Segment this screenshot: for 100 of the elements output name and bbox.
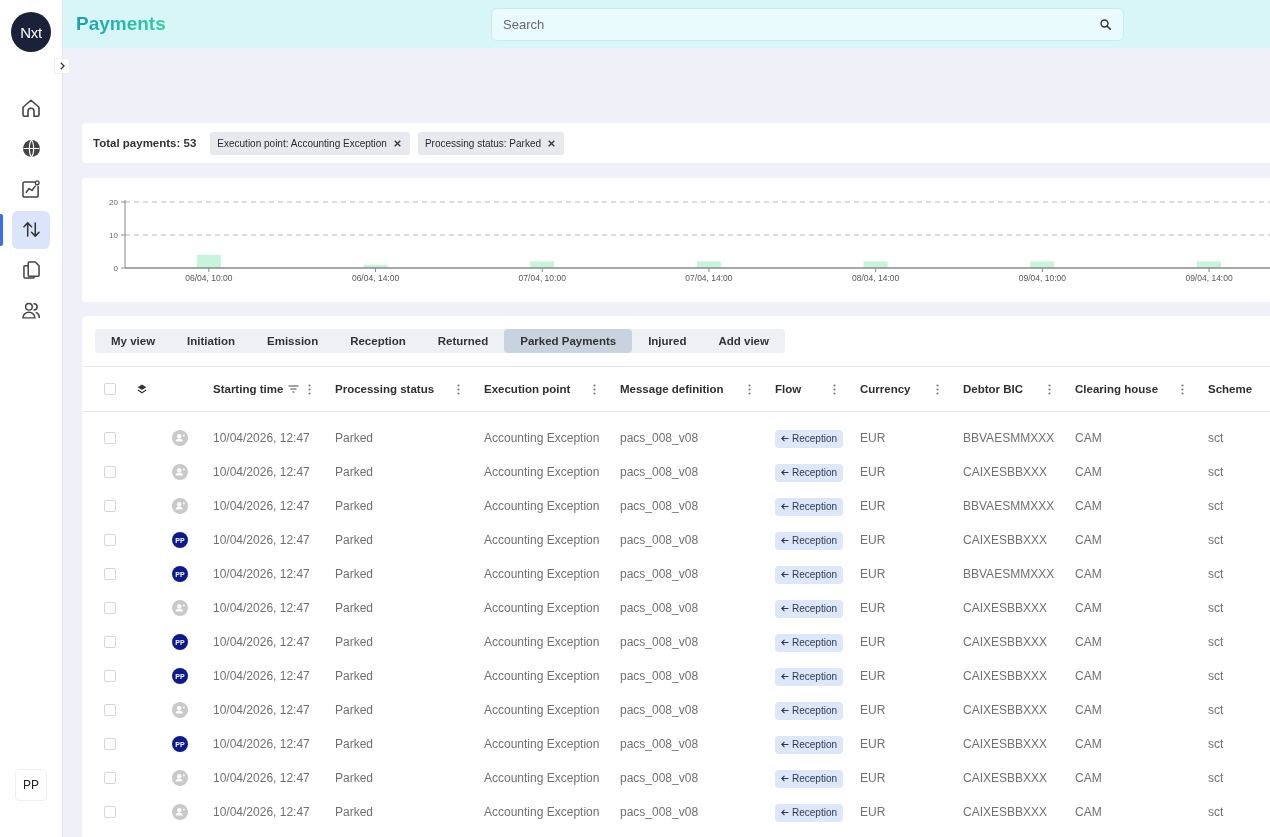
row-checkbox[interactable] xyxy=(104,568,116,580)
row-checkbox[interactable] xyxy=(104,772,116,784)
kebab-menu-icon[interactable] xyxy=(1181,383,1184,395)
table-cell-text: Parked xyxy=(334,804,375,821)
axis-tick-label: 06/04, 10:00 xyxy=(185,273,233,283)
table-cell-text: pacs_008_v08 xyxy=(619,804,700,821)
logo: Nxt xyxy=(11,12,51,52)
table-cell-text: pacs_008_v08 xyxy=(619,566,700,583)
table-cell-text: Parked xyxy=(334,736,375,753)
table-cell-text: BBVAESMMXXX xyxy=(962,430,1056,447)
column-header[interactable]: Starting time xyxy=(213,383,284,395)
table-cell-text: pacs_008_v08 xyxy=(619,430,700,447)
view-tab[interactable]: Emission xyxy=(251,329,335,353)
kebab-menu-icon[interactable] xyxy=(593,383,596,395)
row-checkbox[interactable] xyxy=(104,534,116,546)
column-header[interactable]: Flow xyxy=(775,383,802,395)
view-tab[interactable]: Add view xyxy=(702,329,785,353)
flow-label: Reception xyxy=(792,601,838,616)
column-header[interactable]: Execution point xyxy=(484,383,571,395)
column-header[interactable]: Debtor BIC xyxy=(963,383,1024,395)
table-cell-text: 10/04/2026, 12:47 xyxy=(212,464,311,481)
kebab-menu-icon[interactable] xyxy=(457,383,460,395)
table-cell-text: CAM xyxy=(1074,464,1103,481)
view-tab[interactable]: Reception xyxy=(334,329,422,353)
chart-bar xyxy=(696,261,721,268)
row-checkbox[interactable] xyxy=(104,500,116,512)
column-header[interactable]: Message definition xyxy=(620,383,724,395)
kebab-menu-icon[interactable] xyxy=(1048,383,1051,395)
close-icon[interactable] xyxy=(393,139,401,147)
kebab-menu-icon[interactable] xyxy=(936,383,939,395)
table-cell-text: pacs_008_v08 xyxy=(619,464,700,481)
row-checkbox[interactable] xyxy=(104,466,116,478)
row-checkbox[interactable] xyxy=(104,806,116,818)
sidebar-toggle-button[interactable] xyxy=(54,58,70,74)
arrow-left-icon xyxy=(781,537,789,545)
view-tab[interactable]: My view xyxy=(95,329,172,353)
table-cell-text: Accounting Exception xyxy=(483,566,601,583)
view-tab[interactable]: Returned xyxy=(421,329,505,353)
home-icon xyxy=(22,99,40,117)
search-icon[interactable] xyxy=(1100,18,1111,30)
table-cell-text: Accounting Exception xyxy=(483,668,601,685)
column-header[interactable]: Scheme xyxy=(1208,383,1253,395)
kebab-menu-icon[interactable] xyxy=(748,383,751,395)
axis-tick-label: 20 xyxy=(109,198,118,207)
flow-label: Reception xyxy=(792,635,838,650)
table-cell-text: pacs_008_v08 xyxy=(619,702,700,719)
table-cell-text: EUR xyxy=(859,464,887,481)
table-cell-text: Accounting Exception xyxy=(483,634,601,651)
table-cell-text: sct xyxy=(1207,702,1225,719)
search-field[interactable]: Search xyxy=(491,7,1124,41)
kebab-menu-icon[interactable] xyxy=(308,383,311,395)
filter-label: Execution point: Accounting Exception xyxy=(217,137,387,149)
user-menu-button[interactable]: PP xyxy=(15,769,47,801)
column-header[interactable]: Clearing house xyxy=(1075,383,1159,395)
row-checkbox[interactable] xyxy=(104,670,116,682)
table-cell-text: EUR xyxy=(859,498,887,515)
user-icon xyxy=(172,430,188,446)
view-tab[interactable]: Parked Payments xyxy=(504,329,633,353)
view-tab[interactable]: Injured xyxy=(632,329,703,353)
sort-icon[interactable] xyxy=(288,385,300,393)
up-down-arrows-icon xyxy=(22,221,40,238)
row-checkbox[interactable] xyxy=(104,738,116,750)
table-cell-text: Parked xyxy=(334,770,375,787)
table-cell-text: 10/04/2026, 12:47 xyxy=(212,702,311,719)
table-cell-text: CAIXESBBXXX xyxy=(962,600,1049,617)
row-checkbox[interactable] xyxy=(104,636,116,648)
table-cell-text: CAM xyxy=(1074,566,1103,583)
select-all-checkbox[interactable] xyxy=(104,383,116,395)
row-checkbox[interactable] xyxy=(104,704,116,716)
layers-icon[interactable] xyxy=(137,384,147,394)
table-cell-text: EUR xyxy=(859,736,887,753)
arrow-left-icon xyxy=(781,775,789,783)
row-checkbox[interactable] xyxy=(104,602,116,614)
table-cell-text: pacs_008_v08 xyxy=(619,668,700,685)
flow-label: Reception xyxy=(792,431,838,446)
table-cell-text: pacs_008_v08 xyxy=(619,634,700,651)
table-cell-text: EUR xyxy=(859,430,887,447)
column-header[interactable]: Processing status xyxy=(335,383,435,395)
table-cell-text: sct xyxy=(1207,634,1225,651)
table-cell-text: CAM xyxy=(1074,770,1103,787)
table-cell-text: Accounting Exception xyxy=(483,498,601,515)
table-cell-text: Accounting Exception xyxy=(483,736,601,753)
arrow-left-icon xyxy=(781,605,789,613)
flow-label: Reception xyxy=(792,465,838,480)
flow-label: Reception xyxy=(792,703,838,718)
table-cell-text: pacs_008_v08 xyxy=(619,498,700,515)
kebab-menu-icon[interactable] xyxy=(833,383,836,395)
user-icon xyxy=(172,464,188,480)
chart-bar xyxy=(1197,261,1222,268)
table-cell-text: sct xyxy=(1207,770,1225,787)
chart-bar xyxy=(530,261,555,268)
row-checkbox[interactable] xyxy=(104,432,116,444)
view-tab[interactable]: Initiation xyxy=(171,329,252,353)
close-icon[interactable] xyxy=(548,139,556,147)
column-header[interactable]: Currency xyxy=(860,383,911,395)
table-cell-text: CAIXESBBXXX xyxy=(962,804,1049,821)
copy-icon xyxy=(22,261,40,279)
table-cell-text: 10/04/2026, 12:47 xyxy=(212,566,311,583)
table-cell-text: Accounting Exception xyxy=(483,430,601,447)
sidebar-item[interactable] xyxy=(12,210,50,249)
